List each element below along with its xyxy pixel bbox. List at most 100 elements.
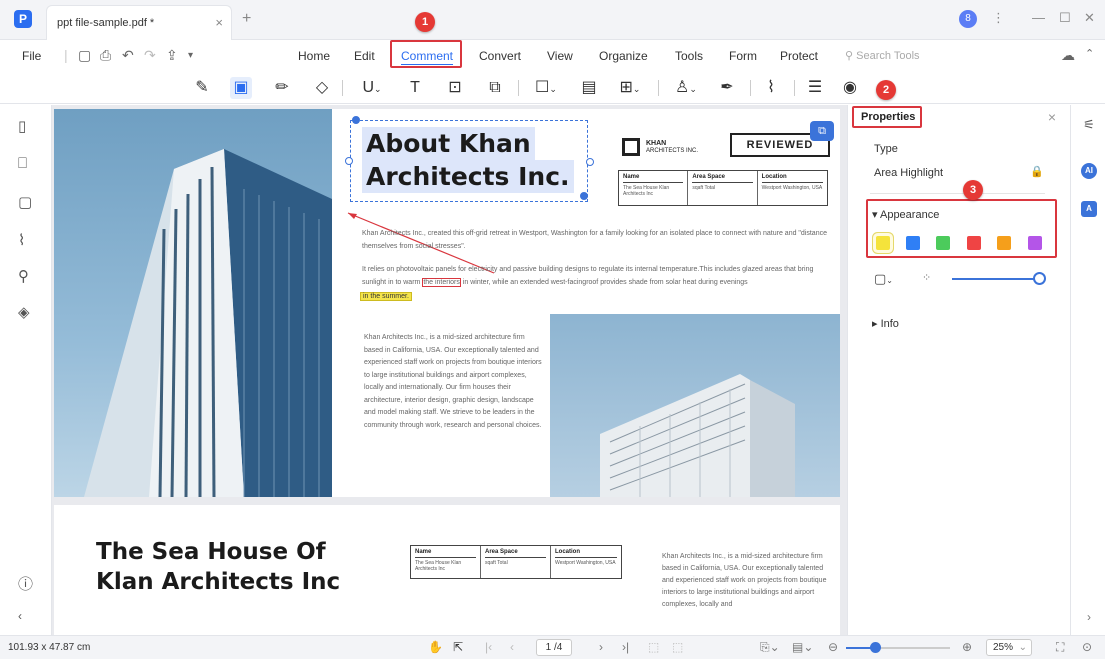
khan-logo-mark xyxy=(622,138,640,156)
highlight-tool-icon[interactable]: ✎ xyxy=(191,77,213,99)
opacity-slider-track[interactable] xyxy=(952,278,1040,280)
paragraph-1: Khan Architects Inc., created this off-g… xyxy=(362,230,827,250)
menu-form[interactable]: Form xyxy=(729,49,757,63)
menu-edit[interactable]: Edit xyxy=(354,49,375,63)
selection-handle[interactable] xyxy=(586,158,594,166)
attachments-icon[interactable]: ⌇ xyxy=(18,231,25,249)
tab-title: ppt file-sample.pdf * xyxy=(57,17,155,29)
more-menu-icon[interactable]: ⋮ xyxy=(992,10,1005,26)
textbox-tool-icon[interactable]: ⊡ xyxy=(444,77,466,99)
shape-tool-icon[interactable]: ☐⌄ xyxy=(530,77,562,99)
new-tab-icon[interactable]: + xyxy=(242,10,251,28)
fill-color-icon[interactable]: ▢⌄ xyxy=(874,271,893,287)
page-number-input[interactable]: 1 /4 xyxy=(536,639,572,656)
toolbar-separator xyxy=(658,80,659,96)
stamp-tool-icon[interactable]: ♙⌄ xyxy=(670,77,702,99)
note-tool-icon[interactable]: ▤ xyxy=(578,77,600,99)
properties-toggle-icon[interactable]: ⚟ xyxy=(1081,117,1097,133)
customize-icon[interactable]: ▾ xyxy=(188,50,193,61)
eraser-tool-icon[interactable]: ◇ xyxy=(311,77,333,99)
document-tab[interactable]: ppt file-sample.pdf * × xyxy=(46,5,232,40)
zoom-out-icon[interactable]: ⊖ xyxy=(828,640,838,654)
save-icon[interactable]: ▢ xyxy=(78,47,91,64)
toolbar-separator xyxy=(750,80,751,96)
menu-organize[interactable]: Organize xyxy=(599,49,648,63)
menu-view[interactable]: View xyxy=(547,49,573,63)
area-highlight-annotation[interactable]: in the summer. xyxy=(360,292,412,301)
select-tool-icon[interactable]: ⇱ xyxy=(453,640,463,654)
undo-icon[interactable]: ↶ xyxy=(122,47,134,64)
menu-convert[interactable]: Convert xyxy=(479,49,521,63)
area-highlight-tool-icon[interactable]: ▣ xyxy=(230,77,252,99)
zoom-slider-knob[interactable] xyxy=(870,642,881,653)
paragraph-3: Khan Architects Inc., is a mid-sized arc… xyxy=(364,334,542,429)
status-bar: 101.93 x 47.87 cm ✋ ⇱ |‹ ‹ 1 /4 › ›| ⬚ ⬚… xyxy=(0,635,1105,659)
show-hide-comments-icon[interactable]: ◉ xyxy=(839,77,861,99)
menu-protect[interactable]: Protect xyxy=(780,49,818,63)
page-layout-icon[interactable]: ▤⌄ xyxy=(792,640,813,654)
next-page-icon[interactable]: › xyxy=(599,640,603,654)
boxed-text-annotation[interactable]: the interiors xyxy=(422,278,461,287)
table-header-area: Area Space xyxy=(692,174,753,183)
opacity-slider-knob[interactable] xyxy=(1033,272,1046,285)
fit-page-icon[interactable]: ⬚ xyxy=(648,640,659,654)
thumbnails-icon[interactable]: ▯ xyxy=(18,117,26,135)
close-window-icon[interactable]: ✕ xyxy=(1084,10,1095,26)
user-avatar[interactable]: 8 xyxy=(959,10,977,28)
text-tool-icon[interactable]: T xyxy=(404,77,426,99)
callout-badge-2: 2 xyxy=(876,80,896,100)
hand-tool-icon[interactable]: ✋ xyxy=(428,640,443,654)
menu-file[interactable]: File xyxy=(22,49,41,63)
zoom-in-icon[interactable]: ⊕ xyxy=(962,640,972,654)
help-icon[interactable]: ⓘ xyxy=(18,573,33,594)
lock-icon[interactable]: 🔒 xyxy=(1030,165,1044,178)
page-heading: About Khan Architects Inc. xyxy=(362,127,574,193)
selection-handle[interactable] xyxy=(345,157,353,165)
cloud-upload-icon[interactable]: ☁ xyxy=(1061,47,1075,64)
fit-width-icon[interactable]: ⬚ xyxy=(672,640,683,654)
expand-right-icon[interactable]: › xyxy=(1081,609,1097,625)
bookmark-icon[interactable]: ⎕ xyxy=(18,155,27,172)
attachment-tool-icon[interactable]: ⌇ xyxy=(760,77,782,99)
share-icon[interactable]: ⇪ xyxy=(166,47,178,64)
pencil-tool-icon[interactable]: ✏ xyxy=(271,77,293,99)
fullscreen-icon[interactable]: ⛶ xyxy=(1056,640,1064,655)
collapse-left-icon[interactable]: ‹ xyxy=(18,609,22,623)
layers-icon[interactable]: ◈ xyxy=(18,303,30,321)
info-section-toggle[interactable]: ▸ Info xyxy=(872,317,899,330)
pdf-page-1: About Khan Architects Inc. KHAN ARCHITEC… xyxy=(54,109,840,497)
comments-panel-icon[interactable]: ▢ xyxy=(18,193,32,211)
minimize-icon[interactable]: — xyxy=(1032,10,1045,25)
selection-handle[interactable] xyxy=(352,116,360,124)
redo-icon[interactable]: ↷ xyxy=(144,47,156,64)
search-icon[interactable]: ⚲ xyxy=(18,267,29,285)
underline-tool-icon[interactable]: U⌄ xyxy=(356,77,388,99)
document-canvas[interactable]: About Khan Architects Inc. KHAN ARCHITEC… xyxy=(52,105,847,635)
menu-tools[interactable]: Tools xyxy=(675,49,703,63)
fit-screen-icon[interactable]: ⊙ xyxy=(1082,640,1092,654)
maximize-icon[interactable]: ☐ xyxy=(1059,10,1071,26)
last-page-icon[interactable]: ›| xyxy=(622,640,629,654)
ai-assistant-icon[interactable]: AI xyxy=(1081,163,1097,179)
tab-close-icon[interactable]: × xyxy=(215,15,223,30)
page2-info-table: Name The Sea House Klan Architects Inc Ar… xyxy=(410,545,622,579)
collapse-ribbon-icon[interactable]: ⌃ xyxy=(1085,47,1094,60)
menu-home[interactable]: Home xyxy=(298,49,330,63)
selection-handle[interactable] xyxy=(580,192,588,200)
stamp-annotation-icon[interactable]: ⧉ xyxy=(810,121,834,141)
zoom-value: 25% xyxy=(993,642,1014,653)
building-photo-1 xyxy=(54,109,332,497)
view-mode-icon[interactable]: ⎘⌄ xyxy=(760,640,780,655)
comment-list-icon[interactable]: ☰ xyxy=(804,77,826,99)
table-cell: Area Space sqaft Total xyxy=(481,546,551,578)
measure-tool-icon[interactable]: ⊞⌄ xyxy=(612,77,648,99)
sign-tool-icon[interactable]: ✒ xyxy=(716,77,738,99)
prev-page-icon[interactable]: ‹ xyxy=(510,640,514,654)
properties-close-icon[interactable]: × xyxy=(1048,109,1056,125)
first-page-icon[interactable]: |‹ xyxy=(485,640,492,654)
callout-tool-icon[interactable]: ⧉ xyxy=(484,77,506,99)
search-tools-input[interactable]: ⚲ Search Tools xyxy=(845,49,920,62)
zoom-level-select[interactable]: 25% ⌄ xyxy=(986,639,1032,656)
print-icon[interactable]: ⎙ xyxy=(100,47,111,64)
ai-translate-icon[interactable]: A xyxy=(1081,201,1097,217)
